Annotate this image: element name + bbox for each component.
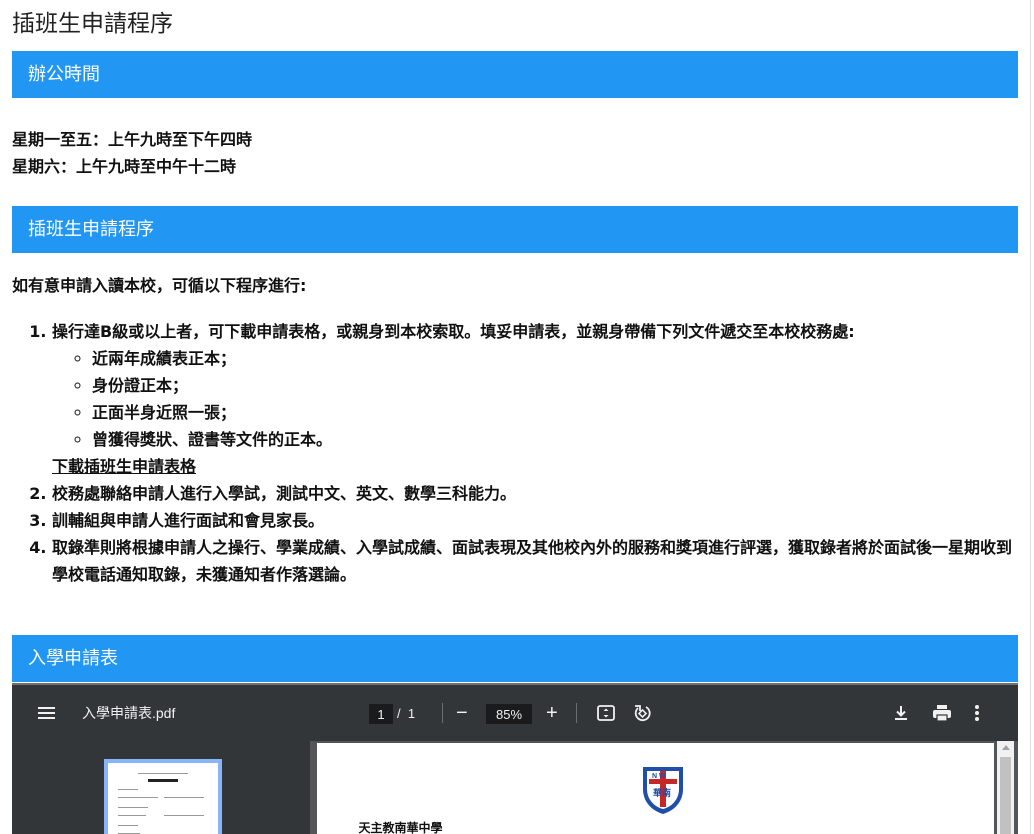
page-title: 插班生申請程序 <box>12 11 173 37</box>
menu-icon[interactable] <box>38 685 58 741</box>
zoom-in-button[interactable]: + <box>546 685 558 741</box>
procedure-steps: 操行達B級或以上者，可下載申請表格，或親身到本校索取。填妥申請表，並親身帶備下列… <box>12 318 1012 588</box>
zoom-out-button[interactable]: − <box>456 685 468 741</box>
more-vert-icon[interactable] <box>974 685 980 741</box>
pdf-toolbar: 入學申請表.pdf 1 / 1 − 85% + <box>12 685 1018 741</box>
scroll-thumb[interactable] <box>1000 757 1011 834</box>
hours-weekday: 星期一至五：上午九時至下午四時 <box>12 130 253 149</box>
pdf-viewer[interactable]: 入學申請表.pdf 1 / 1 − 85% + N W 華南 天主教南華中學 <box>12 683 1018 834</box>
total-pages: 1 <box>407 705 416 721</box>
section-header-office-hours: 辦公時間 <box>12 51 1018 98</box>
step-item: 訓輔組與申請人進行面試和會見家長。 <box>52 507 1012 534</box>
page: 插班生申請程序 辦公時間 星期一至五：上午九時至下午四時 星期六：上午九時至中午… <box>0 0 1034 834</box>
list-item: 身份證正本； <box>92 372 1012 399</box>
fit-page-icon[interactable] <box>596 685 616 741</box>
rotate-icon[interactable] <box>632 685 652 741</box>
download-icon[interactable] <box>892 685 910 741</box>
toolbar-divider <box>442 703 443 723</box>
step-text: 操行達B級或以上者，可下載申請表格，或親身到本校索取。填妥申請表，並親身帶備下列… <box>52 322 855 341</box>
hours-saturday: 星期六：上午九時至中午十二時 <box>12 157 237 176</box>
section-header-procedure: 插班生申請程序 <box>12 206 1018 253</box>
list-item: 近兩年成績表正本； <box>92 345 1012 372</box>
school-crest-icon: N W 華南 <box>643 767 683 814</box>
document-list: 近兩年成績表正本； 身份證正本； 正面半身近照一張； 曾獲得獎狀、證書等文件的正… <box>52 345 1012 453</box>
page-edge <box>1030 0 1031 834</box>
list-item: 正面半身近照一張； <box>92 399 1012 426</box>
list-item: 曾獲得獎狀、證書等文件的正本。 <box>92 426 1012 453</box>
zoom-input[interactable]: 85% <box>486 704 532 724</box>
page-count: / 1 <box>397 685 415 741</box>
step-item: 操行達B級或以上者，可下載申請表格，或親身到本校索取。填妥申請表，並親身帶備下列… <box>52 318 1012 480</box>
pdf-scrollbar[interactable] <box>997 741 1014 834</box>
scroll-up-icon[interactable] <box>1002 745 1010 750</box>
page-separator: / <box>397 705 401 721</box>
page-number-input[interactable]: 1 <box>369 704 393 724</box>
pdf-document-heading: 天主教南華中學 <box>358 821 443 834</box>
step-item: 取錄準則將根據申請人之操行、學業成績、入學試成績、面試表現及其他校內外的服務和獎… <box>52 534 1012 588</box>
office-hours: 星期一至五：上午九時至下午四時 星期六：上午九時至中午十二時 <box>12 126 252 180</box>
download-form-link[interactable]: 下載插班生申請表格 <box>52 453 196 480</box>
step-item: 校務處聯絡申請人進行入學試，測試中文、英文、數學三科能力。 <box>52 480 1012 507</box>
intro-text: 如有意申請入讀本校，可循以下程序進行: <box>12 276 307 295</box>
crest-letters: N W <box>652 773 666 780</box>
pdf-filename: 入學申請表.pdf <box>82 705 176 721</box>
crest-text: 華南 <box>653 787 671 799</box>
section-header-form: 入學申請表 <box>12 635 1018 682</box>
print-icon[interactable] <box>932 685 952 741</box>
toolbar-divider <box>576 703 577 723</box>
